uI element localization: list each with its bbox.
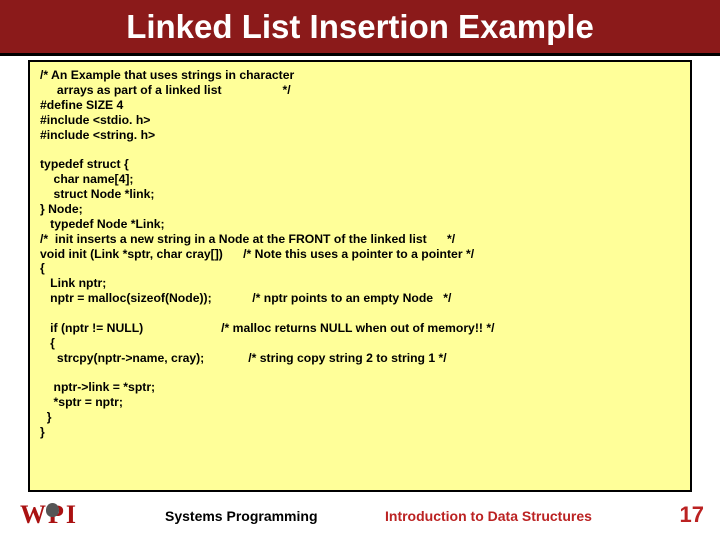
logo-head-icon bbox=[46, 503, 59, 517]
logo-W: W bbox=[20, 500, 45, 530]
logo-P: P bbox=[48, 500, 63, 530]
footer-center-text: Systems Programming bbox=[165, 508, 318, 524]
logo-I: I bbox=[66, 500, 75, 530]
title-bar: Linked List Insertion Example bbox=[0, 0, 720, 56]
logo: W P I bbox=[20, 500, 75, 530]
code-box: /* An Example that uses strings in chara… bbox=[28, 60, 692, 492]
slide: Linked List Insertion Example /* An Exam… bbox=[0, 0, 720, 540]
footer: W P I Systems Programming Introduction t… bbox=[0, 498, 720, 534]
code-content: /* An Example that uses strings in chara… bbox=[40, 68, 680, 440]
slide-title: Linked List Insertion Example bbox=[126, 8, 594, 46]
footer-right-text: Introduction to Data Structures bbox=[385, 508, 592, 524]
page-number: 17 bbox=[680, 502, 704, 528]
